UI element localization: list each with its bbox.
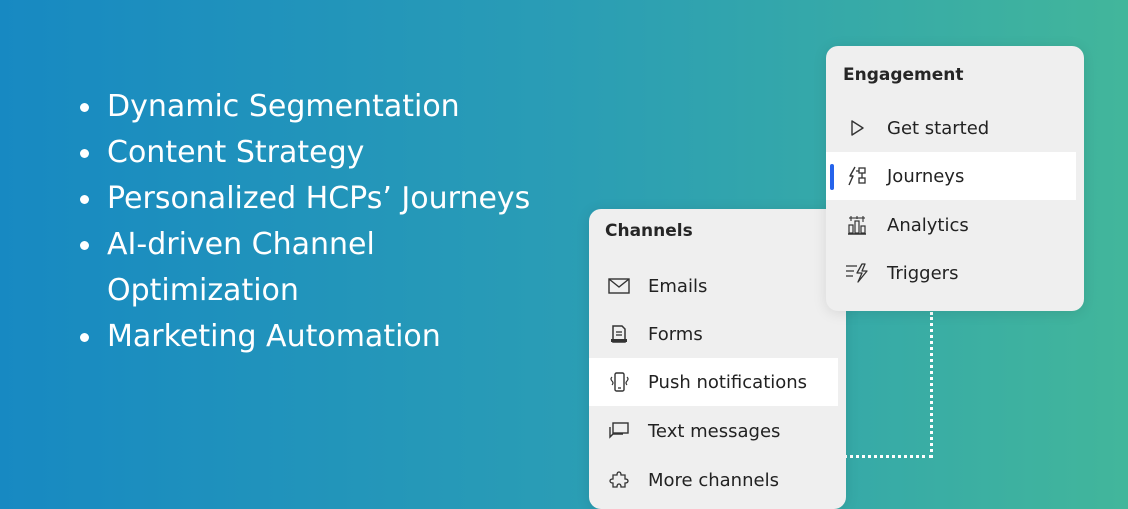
feature-item: Marketing Automation	[78, 314, 530, 360]
chat-icon	[605, 420, 633, 442]
channel-item-more-channels[interactable]: More channels	[589, 456, 838, 504]
feature-list: Dynamic Segmentation Content Strategy Pe…	[78, 84, 530, 360]
trigger-icon	[843, 262, 871, 284]
mobile-notification-icon	[605, 371, 633, 393]
engagement-item-journeys[interactable]: Journeys	[826, 152, 1076, 200]
channel-item-emails[interactable]: Emails	[589, 262, 838, 310]
channel-item-label: Emails	[648, 275, 708, 297]
feature-item: AI-driven Channel	[78, 222, 530, 268]
analytics-icon	[843, 214, 871, 236]
channel-item-text-messages[interactable]: Text messages	[589, 407, 838, 455]
engagement-item-label: Journeys	[887, 165, 965, 187]
engagement-item-label: Get started	[887, 117, 990, 139]
feature-item-continuation: Optimization	[107, 273, 299, 308]
channel-item-label: More channels	[648, 469, 779, 491]
form-icon	[605, 323, 633, 345]
play-icon	[843, 117, 871, 139]
engagement-item-label: Triggers	[887, 262, 959, 284]
channel-item-label: Push notifications	[648, 371, 808, 393]
engagement-item-analytics[interactable]: Analytics	[826, 201, 1076, 249]
email-icon	[605, 275, 633, 297]
channel-item-forms[interactable]: Forms	[589, 310, 838, 358]
engagement-item-triggers[interactable]: Triggers	[826, 249, 1076, 297]
journey-icon	[843, 165, 871, 187]
channels-panel: Channels Emails Forms Push notifications…	[589, 209, 846, 509]
channel-item-label: Forms	[648, 323, 703, 345]
engagement-item-label: Analytics	[887, 214, 969, 236]
feature-item: Dynamic Segmentation	[78, 84, 530, 130]
engagement-panel: Engagement Get started Journeys Analytic…	[826, 46, 1084, 311]
selection-indicator	[830, 164, 834, 190]
channels-panel-title: Channels	[605, 221, 693, 241]
feature-item: Content Strategy	[78, 130, 530, 176]
feature-item: Personalized HCPs’ Journeys	[78, 176, 530, 222]
engagement-panel-title: Engagement	[843, 65, 964, 85]
dotted-connector	[843, 312, 933, 458]
engagement-item-get-started[interactable]: Get started	[826, 104, 1076, 152]
channel-item-label: Text messages	[648, 420, 781, 442]
puzzle-icon	[605, 469, 633, 491]
channel-item-push-notifications[interactable]: Push notifications	[589, 358, 838, 406]
